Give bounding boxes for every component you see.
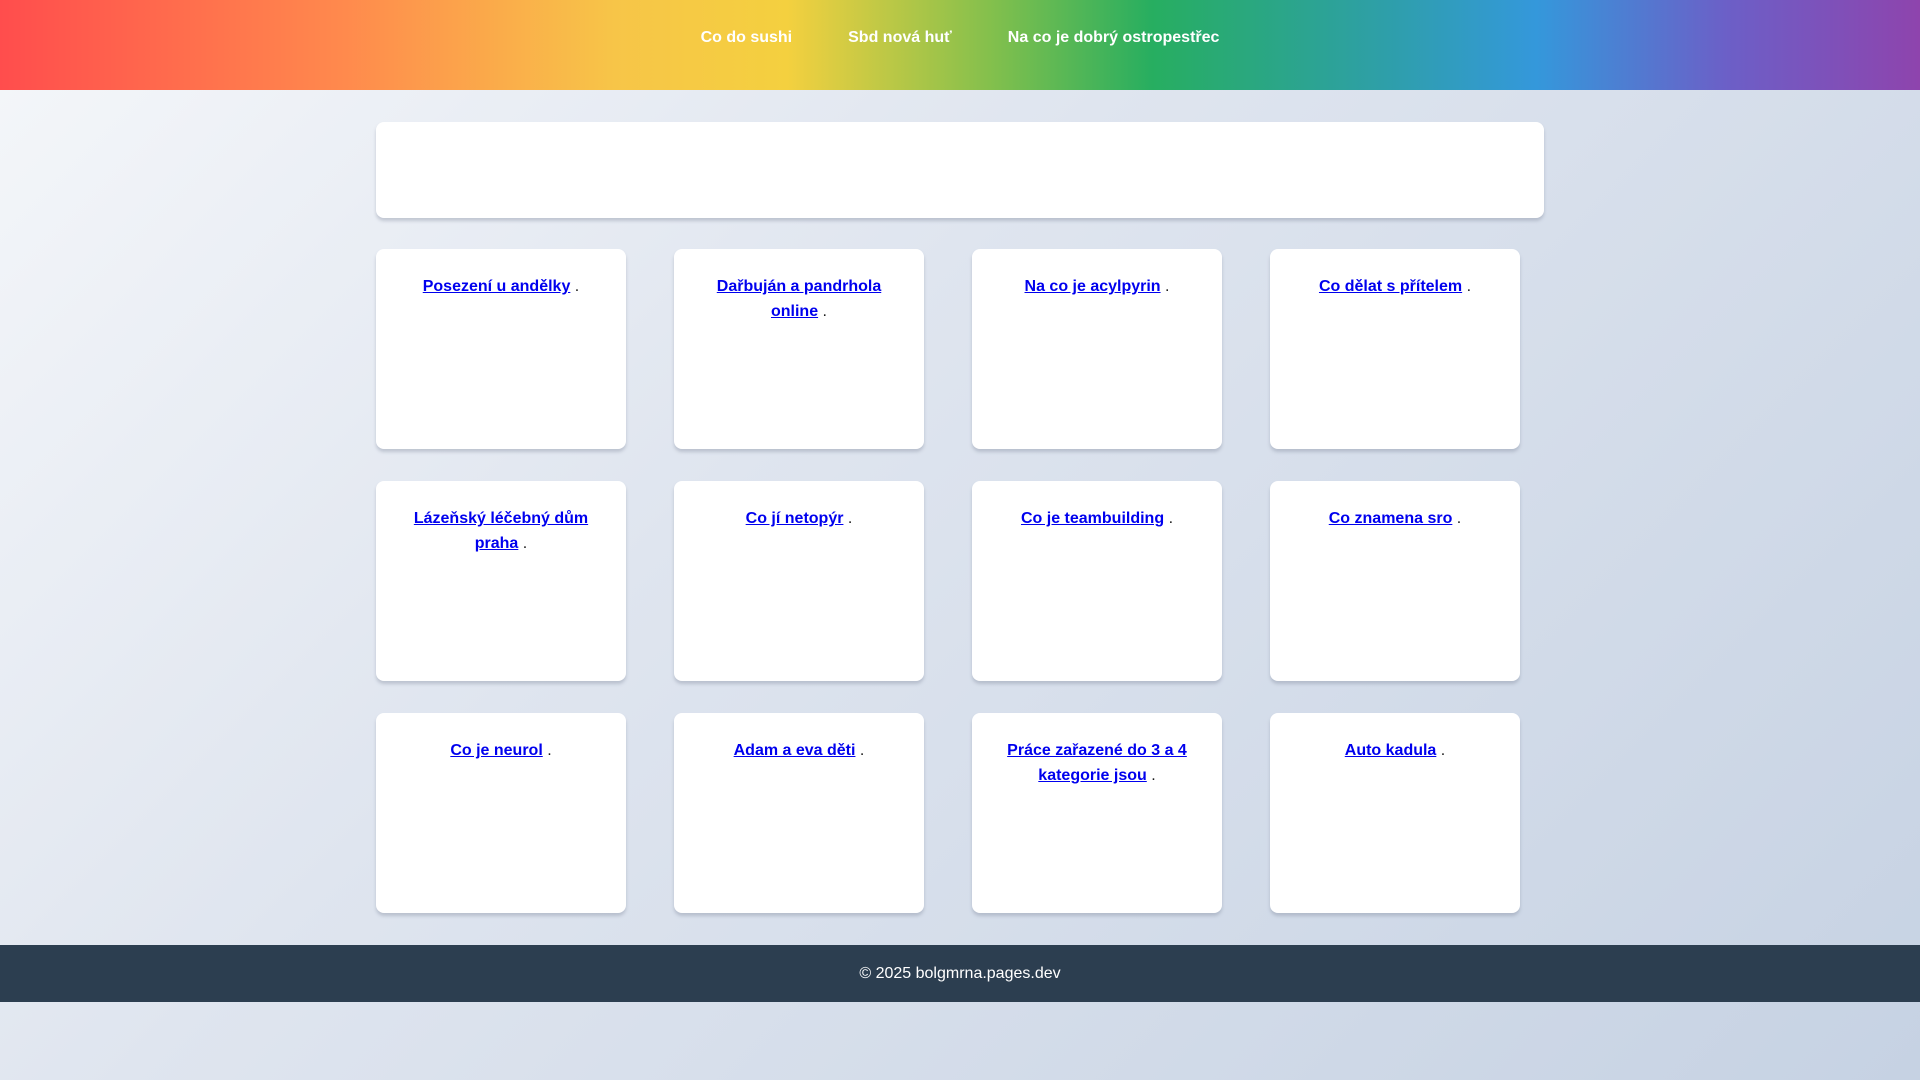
card-suffix: . <box>1151 767 1156 784</box>
nav-link-ostropestrec[interactable]: Na co je dobrý ostropestřec <box>1008 29 1220 47</box>
card-link[interactable]: Co dělat s přítelem <box>1319 278 1462 295</box>
card-suffix: . <box>859 742 865 759</box>
top-navigation: Co do sushi Sbd nová huť Na co je dobrý … <box>0 0 1920 90</box>
card: Co dělat s přítelem . <box>1270 249 1520 449</box>
card-suffix: . <box>1466 278 1472 295</box>
card-suffix: . <box>1168 510 1174 527</box>
card-link[interactable]: Co znamena sro <box>1329 510 1453 527</box>
card-link[interactable]: Auto kadula <box>1345 742 1437 759</box>
card-link[interactable]: Lázeňský léčebný dům praha <box>414 510 588 552</box>
nav-link-co-do-sushi[interactable]: Co do sushi <box>701 29 793 47</box>
card-suffix: . <box>1165 278 1170 295</box>
card-link[interactable]: Co jí netopýr <box>746 510 844 527</box>
card: Co znamena sro . <box>1270 481 1520 681</box>
card: Adam a eva děti . <box>674 713 924 913</box>
card: Na co je acylpyrin . <box>972 249 1222 449</box>
card-suffix: . <box>574 278 580 295</box>
card: Auto kadula . <box>1270 713 1520 913</box>
banner-box <box>376 122 1544 218</box>
card-link[interactable]: Dařbuján a pandrhola online <box>717 278 881 320</box>
card-suffix: . <box>522 535 528 552</box>
card-suffix: . <box>547 742 552 759</box>
card: Co je neurol . <box>376 713 626 913</box>
main-content: Posezení u andělky . Dařbuján a pandrhol… <box>376 122 1544 913</box>
card-link[interactable]: Práce zařazené do 3 a 4 kategorie jsou <box>1007 742 1187 784</box>
card-suffix: . <box>1456 510 1462 527</box>
card-link[interactable]: Adam a eva děti <box>734 742 856 759</box>
card: Dařbuján a pandrhola online . <box>674 249 924 449</box>
page-footer: © 2025 bolgmrna.pages.dev <box>0 945 1920 1002</box>
card: Co jí netopýr . <box>674 481 924 681</box>
card-grid: Posezení u andělky . Dařbuján a pandrhol… <box>376 249 1544 913</box>
card: Co je teambuilding . <box>972 481 1222 681</box>
card-suffix: . <box>822 303 827 320</box>
card-link[interactable]: Posezení u andělky <box>423 278 571 295</box>
card-link[interactable]: Co je teambuilding <box>1021 510 1164 527</box>
card-link[interactable]: Co je neurol <box>450 742 542 759</box>
copyright-text: © 2025 bolgmrna.pages.dev <box>859 964 1061 982</box>
card-link[interactable]: Na co je acylpyrin <box>1025 278 1161 295</box>
nav-link-sbd-nova-hut[interactable]: Sbd nová huť <box>848 29 952 47</box>
card-suffix: . <box>847 510 853 527</box>
card: Posezení u andělky . <box>376 249 626 449</box>
card: Práce zařazené do 3 a 4 kategorie jsou . <box>972 713 1222 913</box>
card: Lázeňský léčebný dům praha . <box>376 481 626 681</box>
card-suffix: . <box>1440 742 1446 759</box>
